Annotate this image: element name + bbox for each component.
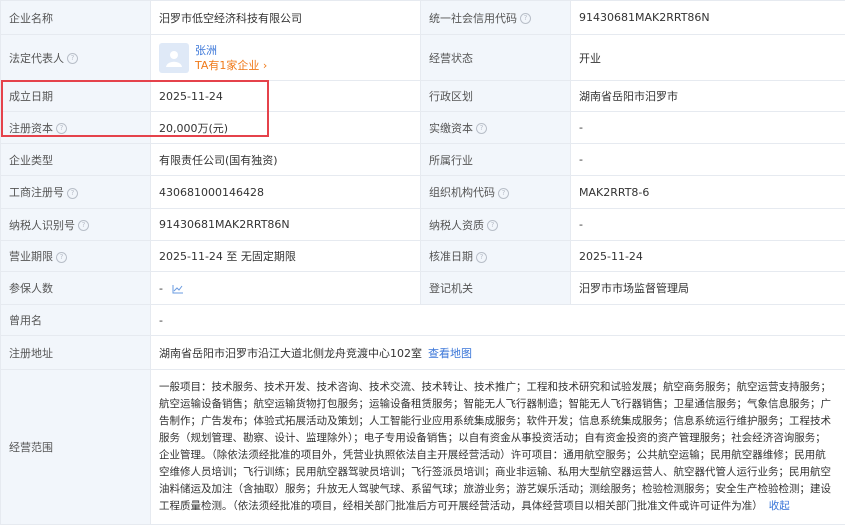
company-type-value: 有限责任公司(国有独资) [151,144,421,176]
name-value: 汨罗市低空经济科技有限公司 [151,1,421,35]
legal-rep-name-link[interactable]: 张洲 [195,43,267,58]
region-label: 行政区划 [421,81,571,112]
authority-label: 登记机关 [421,272,571,305]
help-icon[interactable]: ? [56,252,67,263]
person-icon [164,48,184,68]
address-label: 注册地址 [1,336,151,370]
org-code-value: MAK2RRT8-6 [571,176,845,209]
help-icon[interactable]: ? [476,252,487,263]
industry-label: 所属行业 [421,144,571,176]
legal-rep-label: 法定代表人? [1,35,151,81]
tax-id-label: 纳税人识别号? [1,209,151,241]
table-row: 注册资本? 20,000万(元) 实缴资本? - [1,112,845,144]
paid-capital-label: 实缴资本? [421,112,571,144]
tax-id-value: 91430681MAK2RRT86N [151,209,421,241]
capital-value: 20,000万(元) [151,112,421,144]
tax-qual-label: 纳税人资质? [421,209,571,241]
company-info-panel: 企业名称 汨罗市低空经济科技有限公司 统一社会信用代码? 91430681MAK… [0,0,845,524]
status-label: 经营状态 [421,35,571,81]
status-value: 开业 [571,35,845,81]
name-label: 企业名称 [1,1,151,35]
insured-cell: - [151,272,421,305]
credit-code-value: 91430681MAK2RRT86N [571,1,845,35]
table-row: 法定代表人? 张洲 TA有1家企业 › 经营状态 开业 [1,35,845,81]
table-row: 工商注册号? 430681000146428 组织机构代码? MAK2RRT8-… [1,176,845,209]
table-row: 企业名称 汨罗市低空经济科技有限公司 统一社会信用代码? 91430681MAK… [1,1,845,35]
help-icon[interactable]: ? [498,188,509,199]
authority-value: 汨罗市市场监督管理局 [571,272,845,305]
region-value: 湖南省岳阳市汨罗市 [571,81,845,112]
help-icon[interactable]: ? [67,188,78,199]
tax-qual-value: - [571,209,845,241]
table-row: 经营范围 一般项目：技术服务、技术开发、技术咨询、技术交流、技术转让、技术推广；… [1,370,845,525]
reg-no-label: 工商注册号? [1,176,151,209]
former-name-label: 曾用名 [1,305,151,336]
help-icon[interactable]: ? [487,220,498,231]
industry-value: - [571,144,845,176]
paid-capital-value: - [571,112,845,144]
term-label: 营业期限? [1,241,151,272]
insured-label: 参保人数 [1,272,151,305]
approve-date-value: 2025-11-24 [571,241,845,272]
trend-chart-icon[interactable] [172,284,184,294]
help-icon[interactable]: ? [520,13,531,24]
help-icon[interactable]: ? [67,53,78,64]
collapse-link[interactable]: 收起 [769,500,790,512]
scope-value: 一般项目：技术服务、技术开发、技术咨询、技术交流、技术转让、技术推广；工程和技术… [151,370,845,525]
avatar[interactable] [159,43,189,73]
table-row: 注册地址 湖南省岳阳市汨罗市沿江大道北侧龙舟竞渡中心102室查看地图 [1,336,845,370]
scope-label: 经营范围 [1,370,151,525]
established-label: 成立日期 [1,81,151,112]
table-row: 参保人数 - 登记机关 汨罗市市场监督管理局 [1,272,845,305]
capital-label: 注册资本? [1,112,151,144]
company-info-table: 企业名称 汨罗市低空经济科技有限公司 统一社会信用代码? 91430681MAK… [0,0,845,525]
former-name-value: - [151,305,845,336]
help-icon[interactable]: ? [78,220,89,231]
table-row: 曾用名 - [1,305,845,336]
table-row: 成立日期 2025-11-24 行政区划 湖南省岳阳市汨罗市 [1,81,845,112]
term-value: 2025-11-24 至 无固定期限 [151,241,421,272]
credit-code-label: 统一社会信用代码? [421,1,571,35]
help-icon[interactable]: ? [56,123,67,134]
address-cell: 湖南省岳阳市汨罗市沿江大道北侧龙舟竞渡中心102室查看地图 [151,336,845,370]
established-value: 2025-11-24 [151,81,421,112]
table-row: 营业期限? 2025-11-24 至 无固定期限 核准日期? 2025-11-2… [1,241,845,272]
table-row: 企业类型 有限责任公司(国有独资) 所属行业 - [1,144,845,176]
company-type-label: 企业类型 [1,144,151,176]
help-icon[interactable]: ? [476,123,487,134]
reg-no-value: 430681000146428 [151,176,421,209]
table-row: 纳税人识别号? 91430681MAK2RRT86N 纳税人资质? - [1,209,845,241]
approve-date-label: 核准日期? [421,241,571,272]
legal-rep-companies-link[interactable]: TA有1家企业 › [195,58,267,73]
legal-rep-cell: 张洲 TA有1家企业 › [151,35,421,81]
org-code-label: 组织机构代码? [421,176,571,209]
view-map-link[interactable]: 查看地图 [428,347,472,360]
